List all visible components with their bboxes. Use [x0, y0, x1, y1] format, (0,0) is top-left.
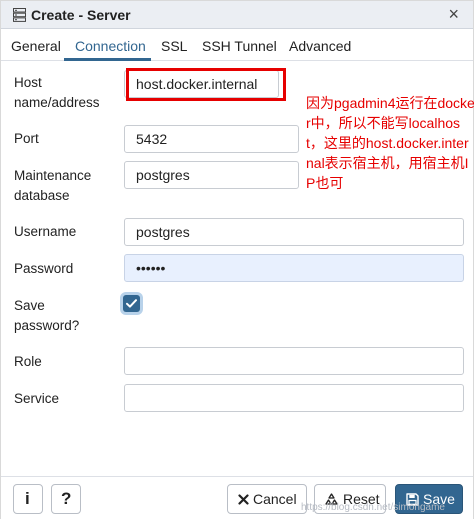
tab-bar: General Connection SSL SSH Tunnel Advanc…: [1, 29, 473, 61]
password-label: Password: [14, 261, 74, 276]
save-password-checkbox[interactable]: [123, 295, 140, 312]
maintenance-db-input[interactable]: postgres: [124, 161, 299, 189]
server-icon: [13, 8, 26, 22]
close-icon[interactable]: ×: [448, 4, 459, 24]
close-x-icon: [238, 494, 249, 505]
dialog-titlebar[interactable]: Create - Server ×: [1, 1, 473, 29]
dialog-footer: i ? Cancel Reset Save https://blog.csdn.…: [1, 476, 473, 519]
service-label: Service: [14, 391, 60, 406]
username-input[interactable]: postgres: [124, 218, 464, 246]
tab-ssl[interactable]: SSL: [161, 38, 187, 54]
save-password-label-line1: Save: [14, 298, 45, 313]
username-label: Username: [14, 224, 77, 239]
cancel-button[interactable]: Cancel: [227, 484, 307, 514]
role-label: Role: [14, 354, 42, 369]
tab-connection[interactable]: Connection: [75, 38, 146, 54]
host-label-line2: name/address: [14, 95, 100, 110]
cancel-button-label: Cancel: [253, 491, 297, 507]
service-input[interactable]: [124, 384, 464, 412]
help-button[interactable]: ?: [51, 484, 81, 514]
save-password-label-line2: password?: [14, 318, 80, 333]
checkmark-icon: [126, 299, 137, 308]
port-input[interactable]: 5432: [124, 125, 299, 153]
dialog-title: Create - Server: [31, 7, 131, 23]
info-button[interactable]: i: [13, 484, 43, 514]
role-input[interactable]: [124, 347, 464, 375]
tab-advanced[interactable]: Advanced: [289, 38, 351, 54]
maintenance-db-label-line1: Maintenance: [14, 168, 92, 183]
host-highlight-box: [126, 68, 286, 101]
info-icon: i: [25, 489, 30, 508]
watermark-text: https://blog.csdn.net/simongame: [301, 502, 445, 513]
password-input[interactable]: ••••••: [124, 254, 464, 282]
host-label-line1: Host: [14, 75, 42, 90]
help-icon: ?: [61, 489, 72, 508]
annotation-note: 因为pgadmin4运行在docker中，所以不能写localhost，这里的h…: [306, 95, 474, 191]
active-tab-indicator: [64, 58, 151, 61]
maintenance-db-label-line2: database: [14, 188, 70, 203]
port-label: Port: [14, 131, 39, 146]
tab-general[interactable]: General: [11, 38, 61, 54]
tab-ssh-tunnel[interactable]: SSH Tunnel: [202, 38, 277, 54]
create-server-dialog: Create - Server × General Connection SSL…: [0, 0, 474, 519]
